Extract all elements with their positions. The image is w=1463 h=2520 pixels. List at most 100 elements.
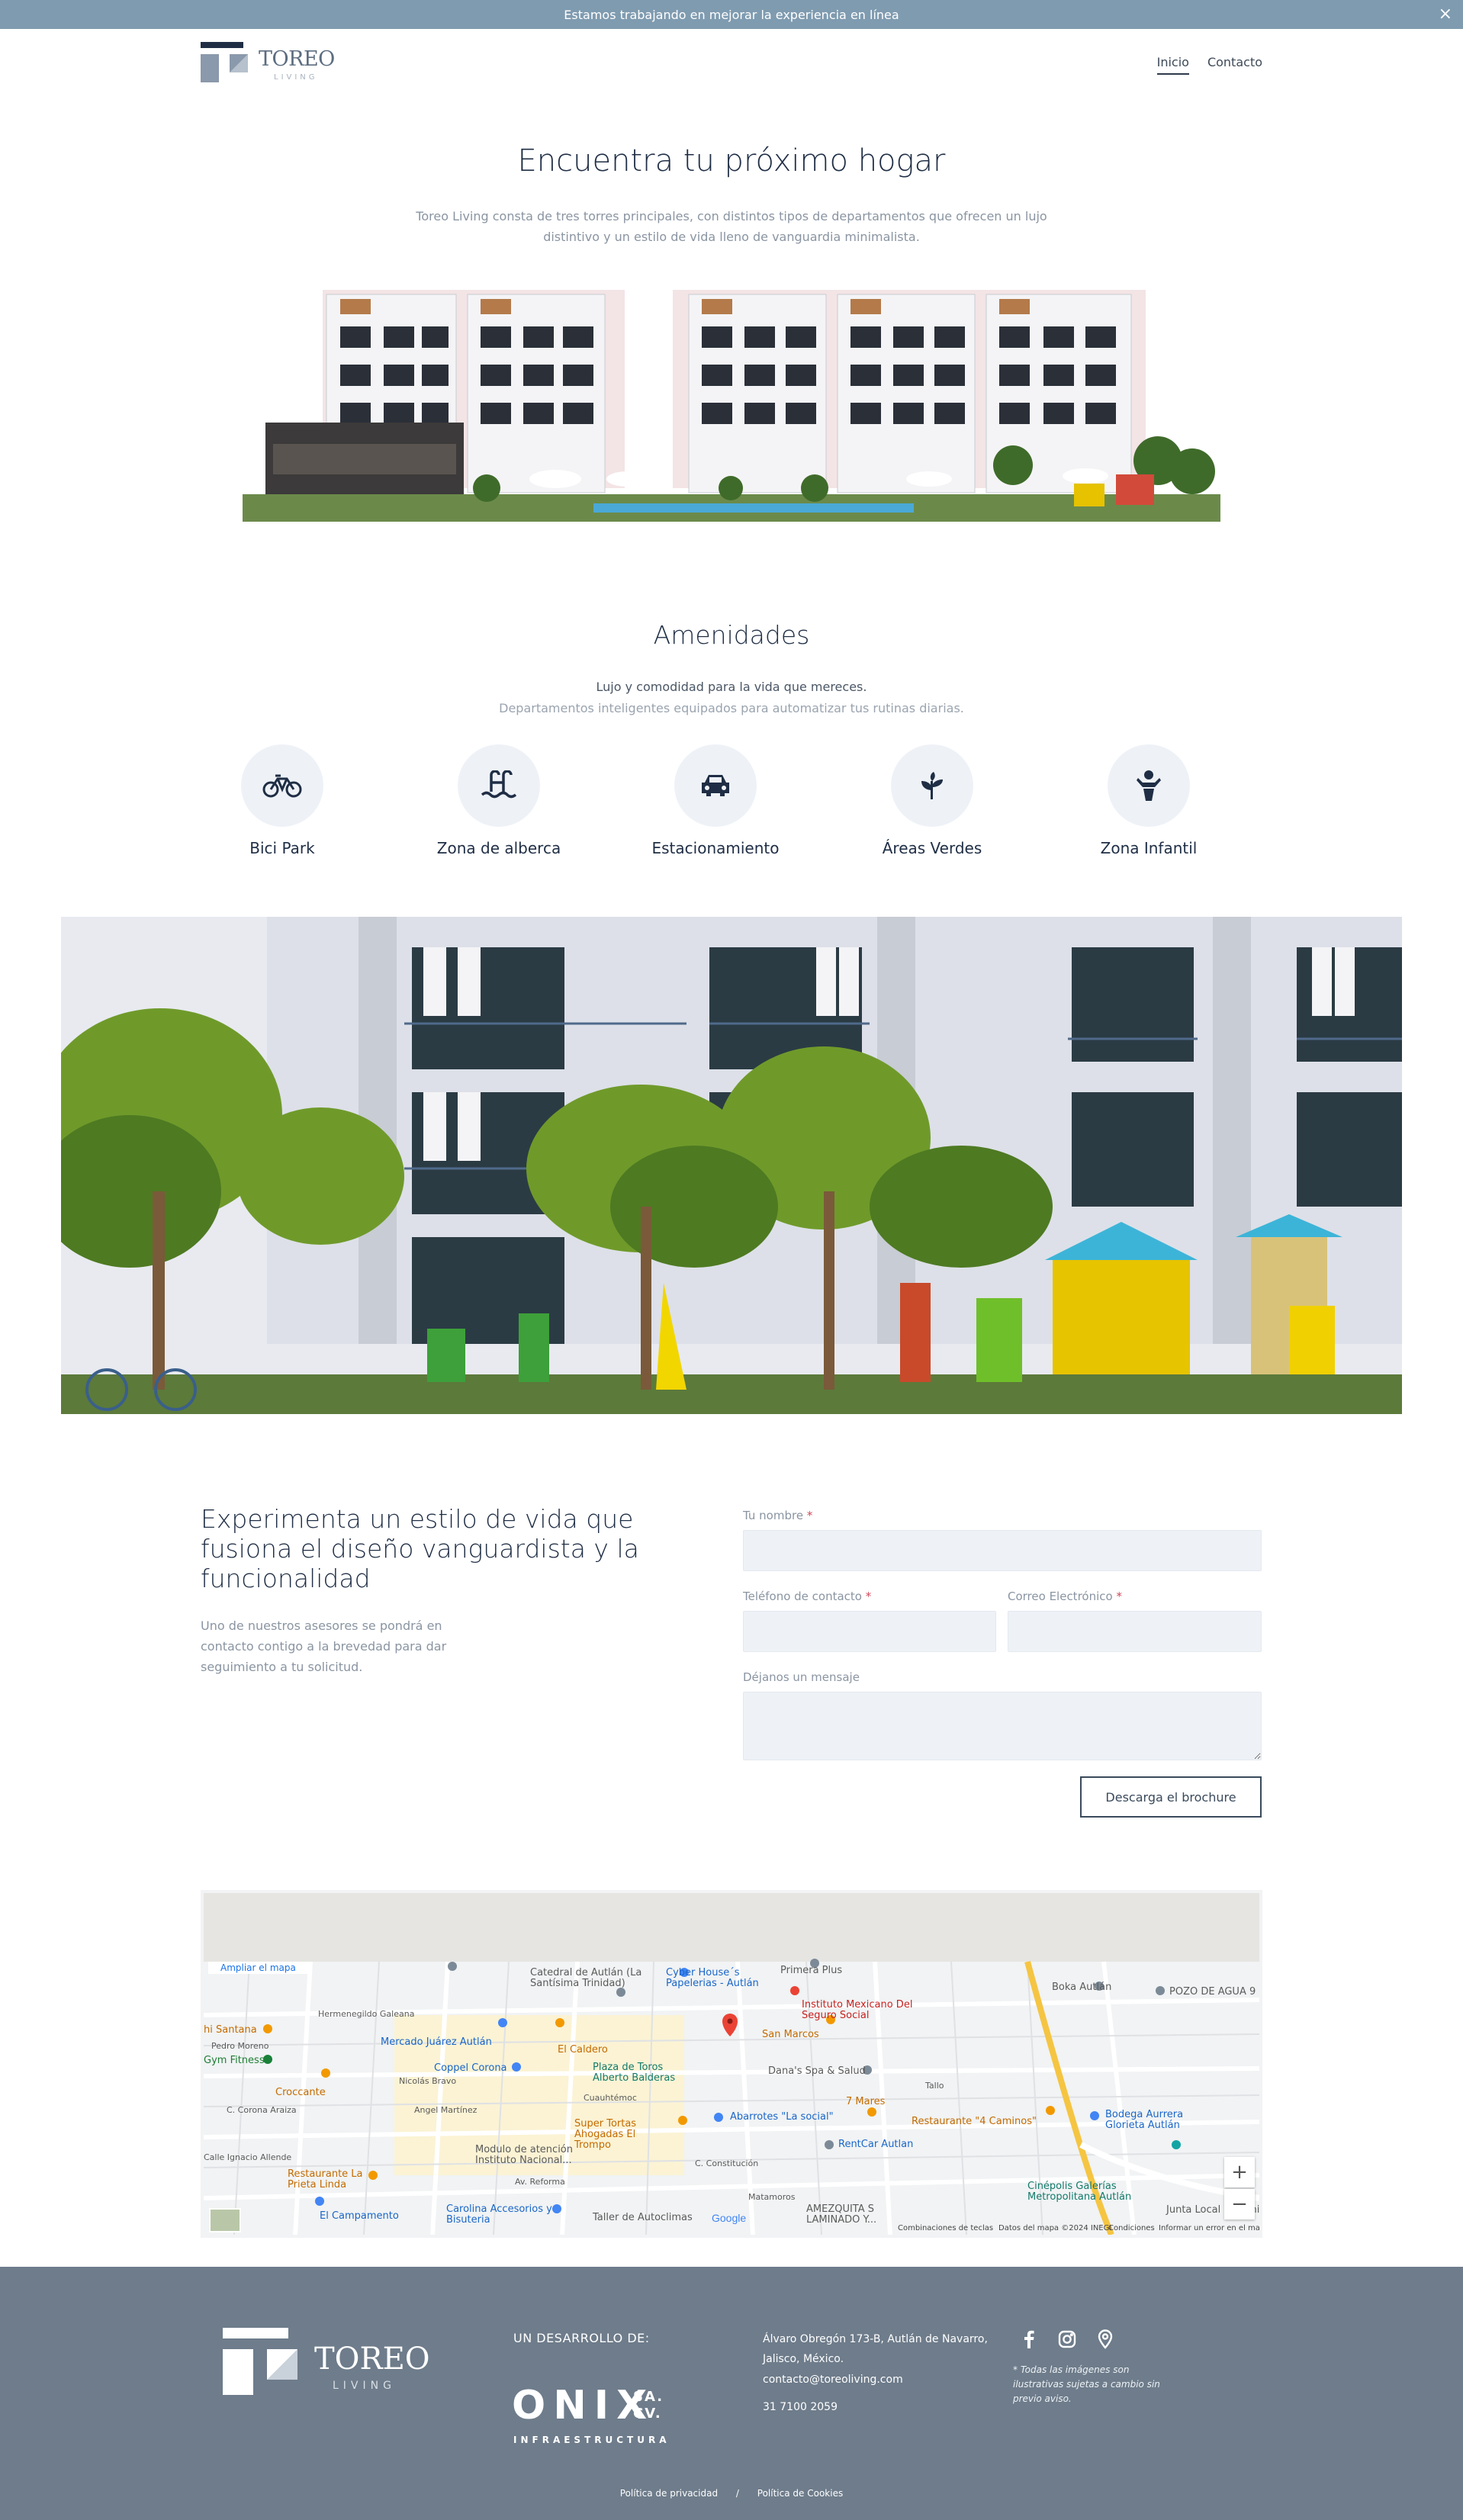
map-street-matamoros: Matamoros [748,2192,796,2202]
cookies-policy-link[interactable]: Política de Cookies [757,2488,843,2499]
child-icon [1108,744,1190,827]
map-label-carolina: Carolina Accesorios y Bisuteria [446,2203,552,2226]
map-label-gym: Gym Fitness [204,2055,265,2066]
amenity-label: Bici Park [249,839,315,857]
amenity-zona-infantil: Zona Infantil [1057,744,1240,857]
map-label-santana: hi Santana [204,2024,257,2036]
developer-label: UN DESARROLLO DE: [513,2331,650,2345]
phone-field-label: Teléfono de contacto * [743,1589,872,1603]
amenity-label: Áreas Verdes [882,839,982,857]
onix-sacv: SA. CV. [633,2389,664,2422]
amenity-areas-verdes: Áreas Verdes [841,744,1024,857]
map-label-cyber-house: Cyber House´s Papelerias - Autlán [666,1967,759,1989]
download-brochure-button[interactable]: Descarga el brochure [1080,1776,1262,1818]
announcement-banner: Estamos trabajando en mejorar la experie… [0,0,1463,29]
google-logo: Google [712,2212,747,2224]
map-terms-link[interactable]: Condiciones [1108,2224,1155,2232]
pool-icon [458,744,540,827]
main-nav: Inicio Contacto [1156,55,1262,75]
amenities-list: Bici Park Zona de alberca Estacionamient… [191,744,1272,866]
instagram-icon[interactable] [1056,2328,1079,2351]
map-label-amezquita: AMEZQUITA S LAMINADO Y... [806,2203,877,2226]
footer-logo-subtext: LIVING [333,2380,396,2392]
site-footer: TOREO LIVING UN DESARROLLO DE: ONIX SA. … [0,2267,1463,2520]
map-label-catedral: Catedral de Autlán (La Santísima Trinida… [530,1967,642,1989]
email-input[interactable] [1008,1611,1262,1652]
message-field-label: Déjanos un mensaje [743,1670,860,1684]
bicycle-icon [241,744,323,827]
nav-contacto[interactable]: Contacto [1207,55,1262,75]
footer-email[interactable]: contacto@toreoliving.com [763,2374,903,2386]
phone-input[interactable] [743,1611,996,1652]
map-street-angel-martinez: Angel Martínez [414,2105,477,2115]
onix-infraestructura: INFRAESTRUCTURA [513,2435,670,2445]
facebook-icon[interactable] [1018,2328,1040,2351]
banner-close-icon[interactable]: × [1439,5,1452,24]
car-icon [674,744,757,827]
map-label-coppel: Coppel Corona [434,2062,507,2074]
map-keyboard-shortcuts[interactable]: Combinaciones de teclas [898,2224,993,2232]
map-label-pozo: POZO DE AGUA 9 [1169,1986,1256,1998]
message-textarea[interactable] [743,1692,1262,1760]
privacy-policy-link[interactable]: Política de privacidad [620,2488,718,2499]
footer-logo[interactable]: TOREO LIVING [223,2328,444,2412]
map-label-taller-autoclimas: Taller de Autoclimas [593,2212,693,2223]
map-label-croccante: Croccante [275,2087,326,2098]
footer-logo-mark-icon [223,2328,297,2395]
map-street-reforma: Av. Reforma [515,2177,565,2187]
map-zoom-in-button[interactable]: + [1224,2157,1255,2187]
map-label-abarrotes: Abarrotes "La social" [730,2111,834,2123]
map-street-allende: Calle Ignacio Allende [204,2152,292,2162]
location-pin-icon[interactable] [1094,2328,1117,2351]
map-embed[interactable]: Ampliar el mapa Catedral de Autlán (La S… [201,1890,1262,2238]
map-label-rentcar: RentCar Autlan [838,2139,914,2150]
map-street-galeana: Hermenegildo Galeana [318,2009,415,2019]
amenities-render-image [61,917,1402,1414]
hero-title: Encuentra tu próximo hogar [517,143,946,178]
map-label-prieta-linda: Restaurante La Prieta Linda [288,2168,363,2191]
name-input[interactable] [743,1530,1262,1571]
amenity-label: Zona Infantil [1100,839,1198,857]
map-zoom-out-button[interactable]: − [1224,2189,1255,2219]
amenities-description: Departamentos inteligentes equipados par… [499,701,964,715]
map-label-bodega-aurrera: Bodega Aurrera Glorieta Autlán [1105,2109,1184,2131]
map-street-corona-araiza: C. Corona Araiza [227,2105,297,2115]
map-street-tallo: Tallo [925,2081,944,2091]
map-label-el-campamento: El Campamento [320,2210,399,2222]
map-street-constitucion: C. Constitución [695,2158,759,2168]
banner-text: Estamos trabajando en mejorar la experie… [564,7,899,22]
footer-logo-text: TOREO [314,2342,430,2377]
building-render-image [243,288,1220,522]
amenity-zona-alberca: Zona de alberca [407,744,590,857]
map-enlarge-link[interactable]: Ampliar el mapa [208,1962,308,1974]
map-label-el-caldero: El Caldero [558,2044,608,2056]
map-street-cuauhtemoc: Cuauhtémoc [584,2093,637,2103]
logo[interactable]: TOREO LIVING [201,40,346,88]
amenity-label: Estacionamiento [651,839,780,857]
nav-inicio[interactable]: Inicio [1156,55,1189,75]
logo-subtext: LIVING [274,73,318,82]
hero-description: Toreo Living consta de tres torres princ… [416,209,1047,244]
name-field-label: Tu nombre * [743,1509,813,1522]
map-label-danas-spa: Dana's Spa & Salud [768,2065,866,2077]
footer-legal-links: Política de privacidad / Política de Coo… [0,2488,1463,2499]
map-label-mercado-juarez: Mercado Juárez Autlán [381,2036,492,2048]
footer-disclaimer: * Todas las imágenes son ilustrativas su… [1013,2364,1160,2404]
map-label-boka: Boka Autlán [1052,1982,1112,1993]
amenity-bici-park: Bici Park [191,744,374,857]
map-label-cinepolis: Cinépolis Galerías Metropolitana Autlán [1027,2181,1132,2203]
footer-address: Álvaro Obregón 173-B, Autlán de Navarro,… [763,2333,988,2365]
logo-mark-icon [201,42,248,82]
map-data-credit: Datos del mapa ©2024 INEGI [998,2224,1112,2232]
map-label-san-marcos: San Marcos [762,2029,819,2040]
amenities-subtitle: Lujo y comodidad para la vida que merece… [596,680,867,694]
social-links [1018,2328,1117,2351]
map-street-pedro-moreno: Pedro Moreno [211,2041,269,2051]
site-header: TOREO LIVING Inicio Contacto [201,38,1262,93]
footer-phone[interactable]: 31 7100 2059 [763,2401,838,2413]
amenities-title: Amenidades [653,620,810,650]
map-label-7-mares: 7 Mares [846,2096,886,2107]
contact-title: Experimenta un estilo de vida que fusion… [201,1504,639,1593]
map-report-error-link[interactable]: Informar un error en el mapa [1159,2224,1259,2232]
map-label-modulo-ine: Modulo de atención Instituto Nacional... [475,2144,573,2166]
